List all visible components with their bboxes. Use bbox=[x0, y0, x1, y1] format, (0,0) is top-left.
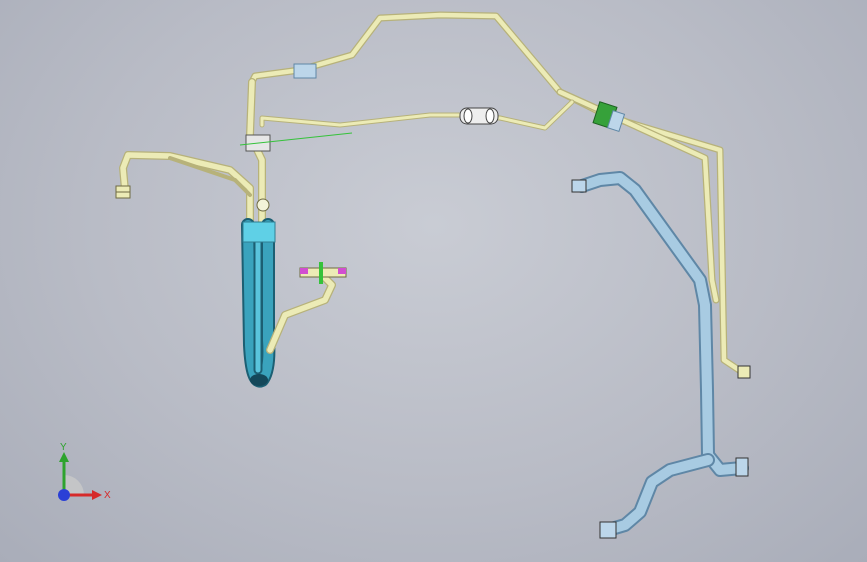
middle-yellow-pipe[interactable] bbox=[259, 99, 575, 131]
upper-yellow-pipe[interactable] bbox=[248, 11, 746, 376]
blue-pipe-right-fitting[interactable] bbox=[735, 457, 749, 477]
graphics-viewport[interactable]: Y X bbox=[0, 0, 867, 562]
x-axis-label: X bbox=[104, 490, 111, 501]
y-axis-arrowhead bbox=[59, 452, 69, 462]
yellow-branch-to-clamp[interactable] bbox=[266, 271, 336, 354]
3d-model-scene[interactable] bbox=[0, 0, 867, 562]
y-axis-label: Y bbox=[60, 442, 67, 453]
left-branch-pipe[interactable] bbox=[119, 151, 254, 229]
inline-filter-component[interactable] bbox=[459, 107, 499, 125]
teal-hose-assembly[interactable] bbox=[241, 218, 276, 388]
mounting-clamp[interactable] bbox=[299, 262, 347, 284]
z-axis-dot bbox=[58, 489, 70, 501]
blue-pipe-top-fitting[interactable] bbox=[571, 179, 587, 193]
right-blue-pipe[interactable] bbox=[575, 171, 749, 537]
left-end-fitting[interactable] bbox=[115, 185, 131, 199]
right-yellow-end-fitting[interactable] bbox=[737, 365, 751, 379]
upper-coupling[interactable] bbox=[293, 63, 317, 79]
blue-pipe-bottom-fitting[interactable] bbox=[599, 521, 617, 539]
x-axis-arrowhead bbox=[92, 490, 102, 500]
coordinate-triad: Y X bbox=[58, 442, 111, 501]
